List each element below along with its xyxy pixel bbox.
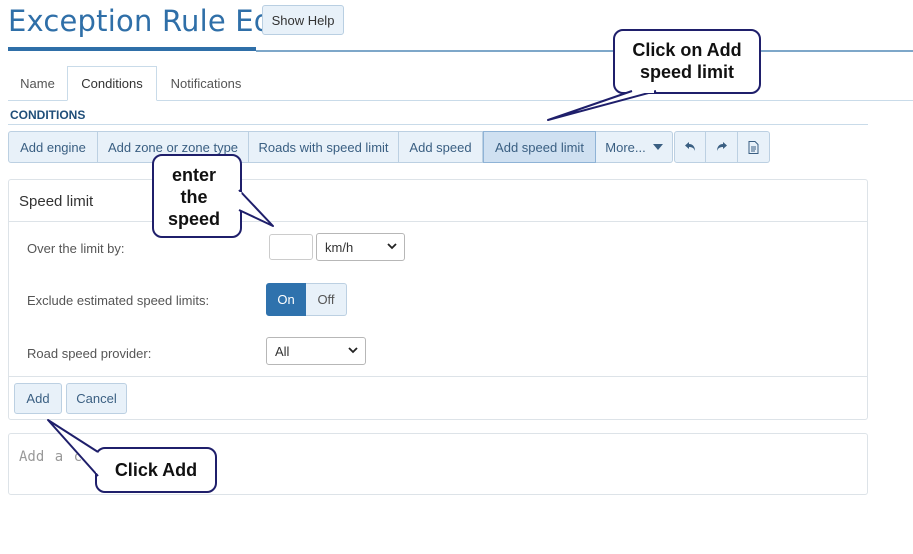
chevron-down-icon	[348, 347, 358, 354]
callout-add-speed-limit-line2: speed limit	[639, 62, 735, 82]
over-limit-input[interactable]	[269, 234, 313, 260]
redo-button[interactable]	[706, 131, 738, 163]
caret-down-icon	[652, 144, 663, 150]
show-help-button[interactable]: Show Help	[262, 5, 344, 35]
title-underline	[8, 47, 256, 51]
callout-add-speed-limit-line1: Click on Add	[632, 40, 742, 60]
tab-bar: Name Conditions Notifications	[8, 66, 913, 101]
cancel-button[interactable]: Cancel	[66, 383, 127, 414]
tab-conditions[interactable]: Conditions	[67, 66, 157, 101]
road-speed-provider-label: Road speed provider:	[27, 346, 152, 361]
callout-add-speed-limit: Click on Add speed limit	[614, 39, 760, 83]
document-icon	[748, 140, 759, 154]
callout-enter-speed-line1: enter	[171, 165, 216, 185]
panel-footer-divider	[9, 376, 867, 377]
callout-enter-speed-line3: speed	[167, 209, 221, 229]
undo-icon	[684, 142, 695, 151]
tab-notifications[interactable]: Notifications	[157, 66, 255, 101]
chevron-down-icon	[387, 243, 397, 250]
provider-select-value: All	[275, 343, 290, 359]
conditions-toolbar: Add engine Add zone or zone type Roads w…	[8, 131, 770, 163]
add-button[interactable]: Add	[14, 383, 62, 414]
more-button[interactable]: More...	[596, 131, 673, 163]
exclude-estimated-label: Exclude estimated speed limits:	[27, 293, 210, 308]
roads-with-speed-limit-button[interactable]: Roads with speed limit	[249, 131, 399, 163]
toggle-on-button[interactable]: On	[266, 283, 306, 316]
conditions-heading: CONDITIONS	[10, 108, 86, 122]
add-engine-button[interactable]: Add engine	[8, 131, 98, 163]
panel-header: Speed limit	[9, 180, 867, 222]
add-speed-button[interactable]: Add speed	[399, 131, 483, 163]
exclude-estimated-toggle: On Off	[266, 283, 347, 316]
page-title: Exception Rule Edit	[8, 4, 293, 38]
undo-button[interactable]	[674, 131, 706, 163]
header-divider	[256, 50, 913, 52]
add-speed-limit-button[interactable]: Add speed limit	[483, 131, 596, 163]
conditions-divider	[8, 124, 868, 125]
callout-click-add: Click Add	[114, 460, 198, 480]
speed-limit-panel: Speed limit Over the limit by: km/h Excl…	[8, 179, 868, 420]
over-limit-label: Over the limit by:	[27, 241, 125, 256]
toggle-off-button[interactable]: Off	[306, 283, 347, 316]
comment-placeholder: Add a co	[19, 449, 91, 465]
unit-select-value: km/h	[325, 239, 354, 255]
unit-select[interactable]: km/h	[316, 233, 405, 261]
road-speed-provider-select[interactable]: All	[266, 337, 366, 365]
callout-enter-speed: enter the speed	[153, 164, 235, 230]
redo-icon	[717, 142, 727, 151]
document-button[interactable]	[738, 131, 770, 163]
panel-title: Speed limit	[19, 193, 94, 210]
tab-name[interactable]: Name	[8, 66, 67, 101]
callout-enter-speed-line2: the	[180, 187, 208, 207]
more-label: More...	[605, 139, 646, 155]
add-zone-button[interactable]: Add zone or zone type	[98, 131, 249, 163]
